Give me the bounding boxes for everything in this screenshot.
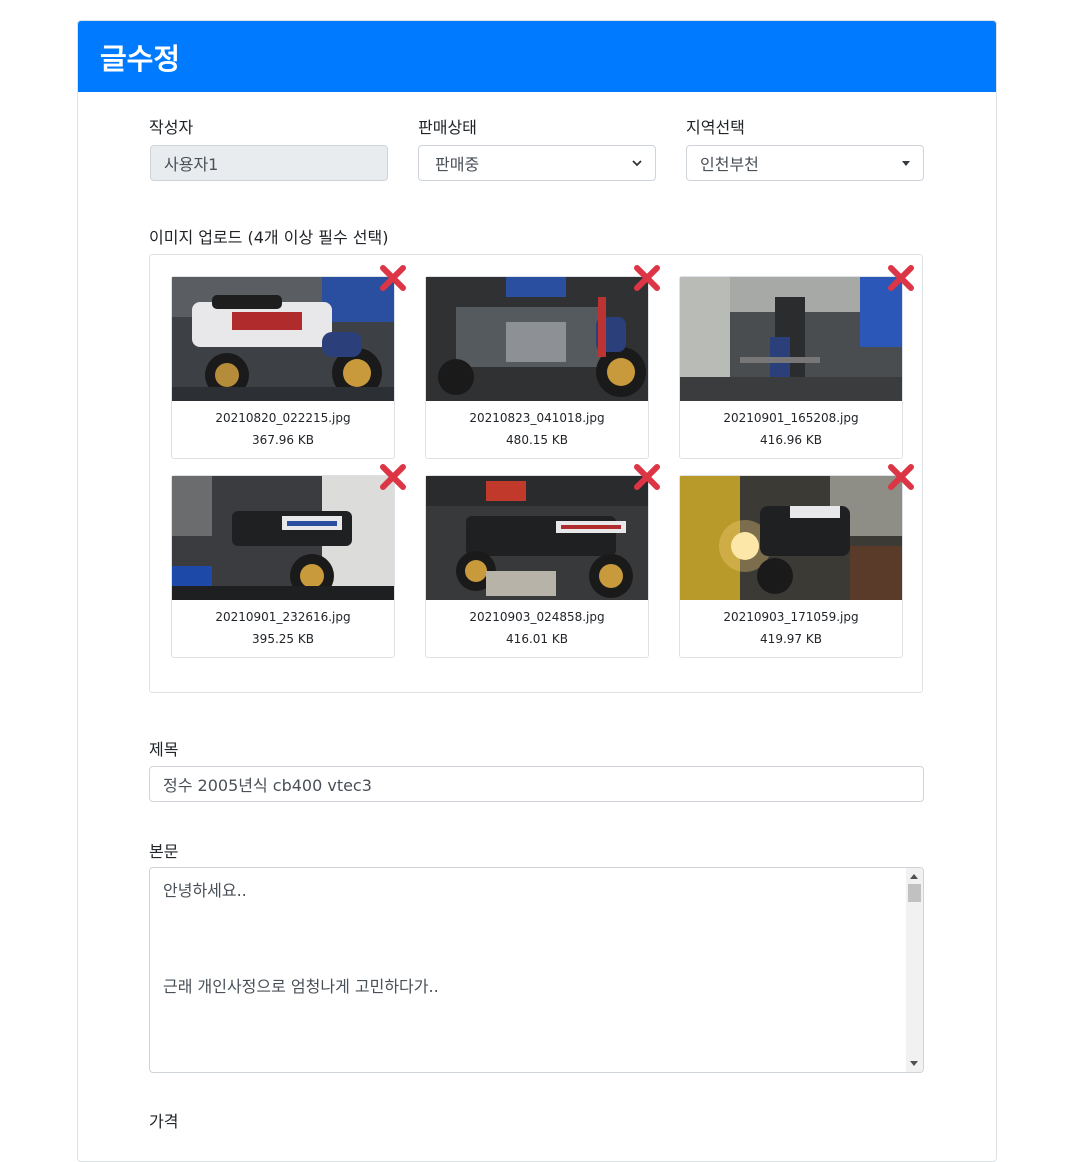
image-filesize: 416.01 KB <box>506 632 568 646</box>
image-filesize: 367.96 KB <box>252 433 314 447</box>
image-card: 20210903_171059.jpg 419.97 KB <box>679 464 914 658</box>
title-input[interactable]: 정수 2005년식 cb400 vtec3 <box>149 766 924 802</box>
image-thumbnail <box>680 476 902 600</box>
image-card: 20210901_165208.jpg 416.96 KB <box>679 265 914 459</box>
price-label: 가격 <box>149 1112 179 1131</box>
image-thumbnail <box>172 277 394 401</box>
scroll-thumb[interactable] <box>908 884 921 902</box>
image-thumbnail <box>426 277 648 401</box>
sale-status-value: 판매중 <box>435 155 480 174</box>
caret-down-icon <box>902 161 910 166</box>
image-upload-area[interactable]: 20210820_022215.jpg 367.96 KB 20210823_0… <box>149 254 923 693</box>
scroll-down-icon[interactable] <box>910 1061 918 1066</box>
form: 작성자 사용자1 판매상태 판매중 지역선택 인천부천 이미지 업로드 (4개 … <box>77 20 995 1136</box>
upload-label: 이미지 업로드 (4개 이상 필수 선택) <box>149 228 389 247</box>
region-dropdown[interactable]: 인천부천 <box>686 145 924 181</box>
body-line: 근래 개인사정으로 엄청나게 고민하다가.. <box>163 977 439 996</box>
image-filename: 20210823_041018.jpg <box>469 411 605 425</box>
image-filename: 20210901_232616.jpg <box>215 610 351 624</box>
image-filename: 20210820_022215.jpg <box>215 411 351 425</box>
author-value: 사용자1 <box>164 155 219 174</box>
image-filesize: 480.15 KB <box>506 433 568 447</box>
image-filename: 20210903_171059.jpg <box>723 610 859 624</box>
body-line: 안녕하세요.. <box>163 881 247 900</box>
body-label: 본문 <box>149 842 179 861</box>
image-thumbnail <box>172 476 394 600</box>
region-value: 인천부천 <box>700 155 759 174</box>
image-filename: 20210903_024858.jpg <box>469 610 605 624</box>
close-x-icon[interactable] <box>886 263 916 293</box>
image-filesize: 416.96 KB <box>760 433 822 447</box>
image-card: 20210823_041018.jpg 480.15 KB <box>425 265 660 459</box>
image-card: 20210901_232616.jpg 395.25 KB <box>171 464 406 658</box>
title-value: 정수 2005년식 cb400 vtec3 <box>163 776 372 795</box>
image-filesize: 419.97 KB <box>760 632 822 646</box>
author-field: 사용자1 <box>150 145 388 181</box>
image-filename: 20210901_165208.jpg <box>723 411 859 425</box>
body-textarea[interactable]: 안녕하세요.. 근래 개인사정으로 엄청나게 고민하다가.. <box>149 867 924 1073</box>
close-x-icon[interactable] <box>378 462 408 492</box>
close-x-icon[interactable] <box>632 462 662 492</box>
image-card: 20210820_022215.jpg 367.96 KB <box>171 265 406 459</box>
title-label: 제목 <box>149 740 179 759</box>
chevron-down-icon <box>632 160 642 167</box>
image-filesize: 395.25 KB <box>252 632 314 646</box>
sale-status-select[interactable]: 판매중 <box>418 145 656 181</box>
region-label: 지역선택 <box>686 118 745 137</box>
image-card: 20210903_024858.jpg 416.01 KB <box>425 464 660 658</box>
sale-status-label: 판매상태 <box>418 118 477 137</box>
close-x-icon[interactable] <box>886 462 916 492</box>
image-thumbnail <box>680 277 902 401</box>
image-thumbnail <box>426 476 648 600</box>
close-x-icon[interactable] <box>378 263 408 293</box>
close-x-icon[interactable] <box>632 263 662 293</box>
author-label: 작성자 <box>149 118 194 137</box>
textarea-scrollbar[interactable] <box>906 868 923 1072</box>
scroll-up-icon[interactable] <box>910 874 918 879</box>
